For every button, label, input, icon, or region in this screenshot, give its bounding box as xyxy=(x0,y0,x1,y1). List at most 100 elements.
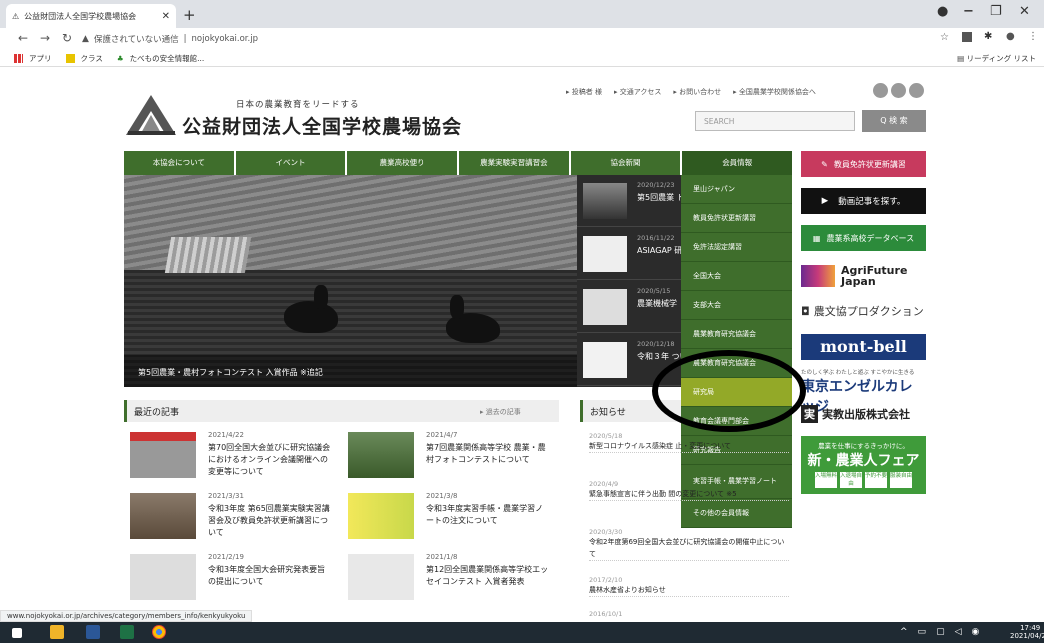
banner-video[interactable]: ▶ 動画記事を探す。 xyxy=(801,188,926,214)
site-name[interactable]: 公益財団法人全国学校農場協会 xyxy=(182,112,462,139)
network-icon[interactable]: ▭ xyxy=(918,627,927,637)
banner-database[interactable]: ▦ 農業系高校データベース xyxy=(801,225,926,251)
thumb-image xyxy=(583,342,627,378)
profile-icon[interactable]: ● xyxy=(937,4,948,19)
news-item[interactable]: 2020/5/18 新型コロナウイルス感染症 止・変更について xyxy=(589,432,789,453)
camera-icon: ◘ xyxy=(801,304,810,318)
link-access[interactable]: ▸ 交通アクセス xyxy=(614,87,661,97)
dd-branch-meeting[interactable]: 支部大会 xyxy=(681,291,792,320)
bookmarks-bar: アプリ クラス ♣ たべもの安全情報館... ▤ リーディング リスト xyxy=(0,50,1044,67)
extension-icon[interactable] xyxy=(962,32,972,42)
hero-caption[interactable]: 第5回農業・農村フォトコンテスト 入賞作品 ※追記 xyxy=(124,355,577,387)
puzzle-icon[interactable]: ✱ xyxy=(984,31,992,42)
twitter-icon[interactable] xyxy=(891,83,906,98)
banner-farm-fair[interactable]: 農業を仕事にするきっかけに。 新・農業人フェア 入場無料 入退場自由 予約不要 … xyxy=(801,436,926,494)
hero-crate xyxy=(164,237,252,273)
hero-thumb[interactable]: 2016/11/22 ASIAGAP 研修 て xyxy=(577,228,681,280)
article-thumb xyxy=(130,432,196,478)
nav-events[interactable]: イベント xyxy=(235,151,346,175)
news-item[interactable]: 2017/2/10 農林水産省よりお知らせ xyxy=(589,576,789,597)
article-item[interactable]: 2021/2/19 令和3年度全国大会研究発表要旨の提出について xyxy=(124,550,336,606)
browser-tab[interactable]: ⚠ 公益財団法人全国学校農場協会 ✕ xyxy=(6,4,176,28)
dd-national-meeting[interactable]: 全国大会 xyxy=(681,262,792,291)
chevron-up-icon[interactable]: ^ xyxy=(900,627,908,637)
news-item[interactable]: 2020/3/30 令和2年度第69回全国大会並びに研究協議会の開催中止について xyxy=(589,528,789,561)
banner-angel-college[interactable]: たのしく学ぶ わたしと遊ぶ すこやかに生きる 東京エンゼルカレッジ xyxy=(801,368,926,415)
search-input[interactable]: SEARCH xyxy=(695,111,855,131)
article-item[interactable]: 2021/3/31 令和3年度 第65回農業実験実習講習会及び教員免許状更新講習… xyxy=(124,489,336,545)
news-item[interactable]: 2016/10/1 xyxy=(589,610,789,618)
article-thumb xyxy=(348,493,414,539)
tagline: 日本の農業教育をリードする xyxy=(236,100,360,110)
volume-icon[interactable]: ◁ xyxy=(955,627,962,637)
dd-license-renewal[interactable]: 教員免許状更新講習 xyxy=(681,204,792,233)
nav-about[interactable]: 本協会について xyxy=(124,151,234,175)
hero-thumbnails: 2020/12/23 第5回農業 ト 入賞作 2016/11/22 ASIAGA… xyxy=(577,175,681,387)
jikkyo-logo-icon: 実 xyxy=(801,405,818,423)
word-icon[interactable] xyxy=(86,625,100,639)
reading-list[interactable]: ▤ リーディング リスト xyxy=(957,53,1036,64)
thumb-image xyxy=(583,289,627,325)
banner-agrifuture[interactable]: AgriFuture Japan xyxy=(801,263,926,289)
article-item[interactable]: 2021/4/22 第70回全国大会並びに研究協議会におけるオンライン会議開催へ… xyxy=(124,428,336,484)
minimize-icon[interactable]: − xyxy=(963,4,974,19)
bookmark-class[interactable]: クラス xyxy=(81,53,103,64)
chrome-icon[interactable] xyxy=(152,625,166,639)
excel-icon[interactable] xyxy=(120,625,134,639)
dd-license-course[interactable]: 免許法認定講習 xyxy=(681,233,792,262)
banner-license-renewal[interactable]: ✎ 教員免許状更新講習 xyxy=(801,151,926,177)
link-poster[interactable]: ▸ 投稿者 様 xyxy=(566,87,602,97)
bookmark-food-safety[interactable]: たべもの安全情報館... xyxy=(130,53,205,64)
explorer-icon[interactable] xyxy=(50,625,64,639)
notification-icon[interactable]: ◉ xyxy=(972,627,980,637)
latest-title: 最近の記事 xyxy=(134,408,180,418)
back-icon[interactable]: ← xyxy=(18,31,28,45)
link-association[interactable]: ▸ 全国農業学校関係協会へ xyxy=(733,87,816,97)
duck-right-head xyxy=(450,295,464,319)
global-nav: 本協会について イベント 農業高校便り 農業実験実習講習会 協会新聞 会員情報 xyxy=(124,151,793,175)
past-articles-link[interactable]: ▸ 過去の記事 xyxy=(480,407,521,417)
star-icon[interactable]: ☆ xyxy=(940,32,949,43)
nav-newspaper[interactable]: 協会新聞 xyxy=(570,151,681,175)
logo-icon[interactable] xyxy=(124,93,179,137)
status-url: www.nojokyokai.or.jp/archives/category/m… xyxy=(0,610,253,622)
dd-research-council[interactable]: 農業教育研究協議会 xyxy=(681,320,792,349)
leaf-icon: ♣ xyxy=(116,53,124,63)
news-item[interactable]: 2020/4/9 緊急事態宣言に伴う出勤 間の変更について ※5 xyxy=(589,480,789,501)
nav-school-news[interactable]: 農業高校便り xyxy=(347,151,458,175)
forward-icon[interactable]: → xyxy=(40,31,50,45)
duck-left-head xyxy=(314,285,328,309)
hero-thumb[interactable]: 2020/12/23 第5回農業 ト 入賞作 xyxy=(577,175,681,227)
reload-icon[interactable]: ↻ xyxy=(62,31,72,45)
display-icon[interactable]: ▢ xyxy=(936,627,945,637)
rss-icon[interactable] xyxy=(873,83,888,98)
clock[interactable]: 17:49 2021/04/27 xyxy=(1010,624,1044,640)
nav-members[interactable]: 会員情報 xyxy=(682,151,793,175)
menu-icon[interactable]: ⋮ xyxy=(1028,31,1038,42)
bookmark-apps[interactable]: アプリ xyxy=(29,53,52,64)
start-icon[interactable] xyxy=(12,628,22,638)
classroom-icon xyxy=(65,53,75,63)
facebook-icon[interactable] xyxy=(909,83,924,98)
banner-montbell[interactable]: mont-bell xyxy=(801,334,926,360)
account-icon[interactable]: ● xyxy=(1006,31,1015,42)
hero-thumb[interactable]: 2020/5/15 農業機械学 ト・QA xyxy=(577,281,681,333)
article-thumb xyxy=(130,493,196,539)
article-item[interactable]: 2021/4/7 第7回農業関係高等学校 農業・農村フォトコンテストについて xyxy=(342,428,554,484)
link-contact[interactable]: ▸ お問い合わせ xyxy=(673,87,721,97)
address-input[interactable]: ▲ 保護されていない通信 | nojokyokai.or.jp xyxy=(82,31,922,47)
dd-satoyama[interactable]: 里山ジャパン xyxy=(681,175,792,204)
search-button[interactable]: Q 検 索 xyxy=(862,110,926,132)
dd-other-info[interactable]: その他の会員情報 xyxy=(681,499,792,528)
banner-nobunkyo[interactable]: ◘ 農文協プロダクション xyxy=(801,301,926,321)
article-item[interactable]: 2021/3/8 令和3年度実習手帳・農業学習ノートの注文について xyxy=(342,489,554,545)
close-window-icon[interactable]: ✕ xyxy=(1019,4,1030,19)
nav-training[interactable]: 農業実験実習講習会 xyxy=(459,151,569,175)
article-item[interactable]: 2021/1/8 第12回全国農業関係高等学校エッセイコンテスト 入賞者発表 xyxy=(342,550,554,606)
top-links: ▸ 投稿者 様 ▸ 交通アクセス ▸ お問い合わせ ▸ 全国農業学校関係協会へ xyxy=(566,87,816,97)
banner-jikkyo[interactable]: 実 実教出版株式会社 xyxy=(801,404,926,424)
warning-icon: ⚠ xyxy=(12,11,20,21)
restore-icon[interactable]: ❐ xyxy=(990,4,1002,19)
new-tab-icon[interactable]: + xyxy=(183,6,196,24)
close-tab-icon[interactable]: ✕ xyxy=(162,11,170,22)
